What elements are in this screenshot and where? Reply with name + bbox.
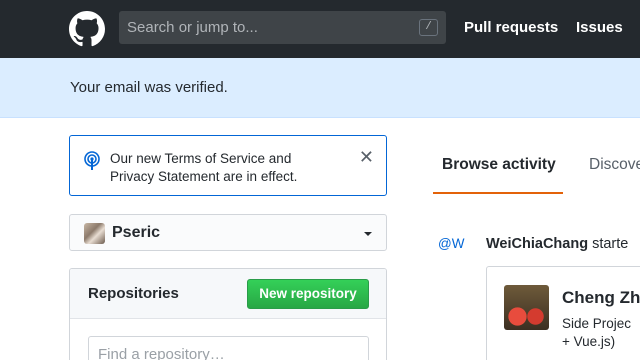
search-box[interactable]: / [119,11,446,44]
repositories-title: Repositories [88,285,179,302]
notice-line-1: Our new Terms of Service and [110,151,292,166]
notice-text: Our new Terms of Service and Privacy Sta… [110,150,350,186]
feed-activity-line: WeiChiaChang starte [486,236,628,252]
avatar [84,223,105,244]
repo-card-name[interactable]: Cheng Zh [562,288,640,308]
terms-notice: Our new Terms of Service and Privacy Sta… [69,135,387,196]
account-name: Pseric [112,224,161,241]
repo-card-desc-line-1: Side Projec [562,316,632,331]
feed-repo-card[interactable]: Cheng Zh Side Projec + Vue.js) [486,266,640,360]
github-logo-icon[interactable] [69,11,105,47]
feed-user-link[interactable]: WeiChiaChang [486,236,588,252]
feed-action-text: starte [588,236,629,252]
tab-discover[interactable]: Discove [589,156,640,174]
caret-down-icon [364,232,372,236]
repo-avatar [504,285,549,330]
search-input[interactable] [127,11,407,44]
notice-line-2: Privacy Statement are in effect. [110,169,298,184]
nav-pull-requests[interactable]: Pull requests [464,19,558,36]
account-switcher[interactable]: Pseric [69,214,387,251]
close-icon[interactable]: ✕ [359,148,374,166]
tab-browse-activity[interactable]: Browse activity [442,156,556,174]
find-repository-input[interactable] [88,336,369,360]
broadcast-icon [84,151,100,170]
search-shortcut-hint: / [419,19,438,36]
repositories-header: Repositories New repository [70,269,386,319]
dashboard-tabs: Browse activity Discove [420,135,640,195]
repo-card-desc-line-2: + Vue.js) [562,334,616,349]
feed-mention-link[interactable]: @W [438,236,464,251]
repositories-panel: Repositories New repository [69,268,387,360]
new-repository-button[interactable]: New repository [247,279,369,309]
global-header: / Pull requests Issues [0,0,640,58]
repo-card-description: Side Projec + Vue.js) [562,315,631,351]
nav-issues[interactable]: Issues [576,19,623,36]
active-tab-indicator [433,192,563,194]
flash-banner: Your email was verified. [0,58,640,118]
flash-message: Your email was verified. [70,79,228,96]
